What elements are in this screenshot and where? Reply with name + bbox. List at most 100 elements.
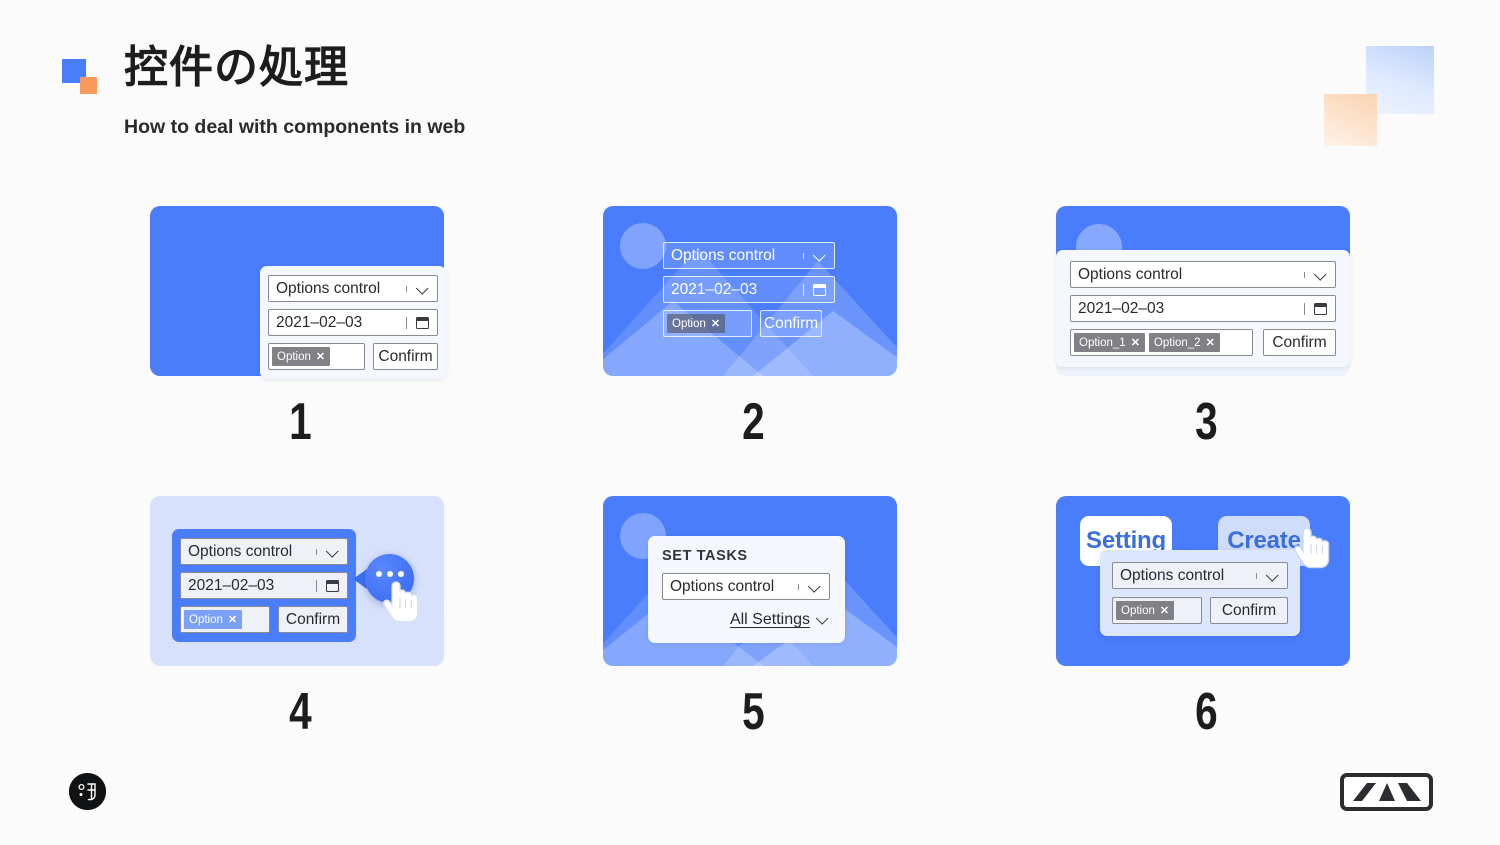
all-settings-link[interactable]: All Settings — [662, 611, 830, 629]
select-value: Options control — [276, 279, 381, 297]
dialog-title: SET TASKS — [662, 548, 748, 564]
select-options-control[interactable]: Options control — [663, 242, 835, 269]
close-x-icon[interactable]: ✕ — [228, 613, 237, 626]
close-x-icon[interactable]: ✕ — [1131, 336, 1140, 349]
calendar-icon — [415, 316, 429, 329]
select-options-control[interactable]: Options control — [268, 275, 438, 302]
chip-option-2[interactable]: Option_2 ✕ — [1148, 333, 1220, 352]
confirm-button[interactable]: Confirm — [278, 606, 348, 633]
example-number-3: 3 — [1195, 393, 1218, 451]
chip-label: Option_2 — [1153, 336, 1201, 349]
date-input[interactable]: 2021–02–03 — [663, 276, 835, 303]
overlapping-squares-decoration — [1324, 46, 1434, 151]
select-value: Options control — [671, 246, 776, 264]
chips-and-confirm-row: Option ✕ Confirm — [268, 343, 438, 370]
all-settings-label: All Settings — [729, 611, 810, 628]
example-number-1: 1 — [289, 393, 312, 451]
chips-input[interactable]: Option ✕ — [1112, 597, 1202, 624]
select-chevron-wrap[interactable] — [803, 252, 834, 259]
logo-square-orange — [80, 77, 97, 94]
example-card-3: Options control 2021–02–03 Option_1 ✕ Op… — [1056, 206, 1350, 376]
date-input[interactable]: 2021–02–03 — [1070, 295, 1336, 322]
form-panel-2: Options control 2021–02–03 Option ✕ Conf… — [663, 242, 843, 337]
date-calendar-wrap[interactable] — [406, 316, 437, 329]
chips-and-confirm-row: Option ✕ Confirm — [1112, 597, 1288, 624]
chip-label: Option — [277, 350, 311, 363]
close-x-icon[interactable]: ✕ — [1160, 604, 1169, 617]
select-chevron-wrap[interactable] — [316, 548, 347, 555]
two-squares-icon — [62, 59, 97, 94]
form-panel-3: Options control 2021–02–03 Option_1 ✕ Op… — [1056, 250, 1350, 367]
date-calendar-wrap[interactable] — [316, 579, 347, 592]
chevron-down-icon — [1267, 573, 1278, 579]
sun-circle-icon — [620, 223, 666, 269]
date-input[interactable]: 2021–02–03 — [268, 309, 438, 336]
chip-label: Option — [672, 317, 706, 330]
circular-brand-logo-glyph — [69, 773, 106, 810]
select-value: Options control — [1120, 566, 1225, 584]
chevron-down-icon — [809, 584, 820, 590]
page-subtitle: How to deal with components in web — [124, 116, 466, 138]
select-value: Options control — [188, 542, 293, 560]
chip-option[interactable]: Option ✕ — [272, 347, 331, 366]
example-card-4: Options control 2021–02–03 Option ✕ Conf… — [150, 496, 444, 666]
calendar-icon — [1313, 302, 1327, 315]
date-calendar-wrap[interactable] — [803, 283, 834, 296]
chip-label: Option_1 — [1079, 336, 1126, 349]
chip-label: Option — [1121, 604, 1155, 617]
chips-input[interactable]: Option_1 ✕ Option_2 ✕ — [1070, 329, 1253, 356]
dialog-panel-5: SET TASKS Options control All Settings — [648, 536, 845, 643]
example-number-6: 6 — [1195, 683, 1218, 741]
chips-and-confirm-row: Option ✕ Confirm — [180, 606, 348, 633]
chip-option[interactable]: Option ✕ — [667, 314, 726, 333]
select-options-control[interactable]: Options control — [662, 573, 830, 600]
select-value: Options control — [670, 577, 775, 595]
select-value: Options control — [1078, 265, 1183, 283]
example-card-6: Setting Create Options control Option ✕ — [1056, 496, 1350, 666]
close-x-icon[interactable]: ✕ — [1206, 336, 1215, 349]
select-options-control[interactable]: Options control — [1070, 261, 1336, 288]
chips-input[interactable]: Option ✕ — [268, 343, 365, 370]
select-options-control[interactable]: Options control — [180, 538, 348, 565]
deco-square-orange — [1324, 94, 1377, 146]
confirm-button[interactable]: Confirm — [1263, 329, 1336, 356]
date-value: 2021–02–03 — [188, 576, 275, 594]
date-input[interactable]: 2021–02–03 — [180, 572, 348, 599]
select-chevron-wrap[interactable] — [798, 583, 829, 590]
m-mark-brand-logo — [1340, 773, 1433, 811]
confirm-button[interactable]: Confirm — [1210, 597, 1288, 624]
form-panel-4: Options control 2021–02–03 Option ✕ Conf… — [172, 529, 356, 642]
chip-option[interactable]: Option ✕ — [184, 610, 243, 629]
chips-input[interactable]: Option ✕ — [180, 606, 270, 633]
chip-option[interactable]: Option ✕ — [1116, 601, 1175, 620]
example-card-1: Options control 2021–02–03 Option ✕ Conf… — [150, 206, 446, 379]
close-x-icon[interactable]: ✕ — [316, 350, 325, 363]
select-chevron-wrap[interactable] — [1256, 572, 1287, 579]
confirm-button[interactable]: Confirm — [760, 310, 822, 337]
chevron-down-icon — [327, 549, 338, 555]
chips-and-confirm-row: Option ✕ Confirm — [663, 310, 843, 337]
select-chevron-wrap[interactable] — [1304, 271, 1335, 278]
date-value: 2021–02–03 — [671, 280, 758, 298]
example-number-4: 4 — [289, 683, 312, 741]
select-options-control[interactable]: Options control — [1112, 562, 1288, 589]
chevron-down-icon — [814, 253, 825, 259]
date-value: 2021–02–03 — [276, 313, 363, 331]
example-card-5: SET TASKS Options control All Settings — [603, 496, 897, 666]
hand-pointer-icon — [1294, 527, 1330, 569]
confirm-button[interactable]: Confirm — [373, 343, 438, 370]
m-mark-brand-logo-glyph — [1352, 783, 1421, 801]
example-number-5: 5 — [742, 683, 765, 741]
hand-pointer-icon — [383, 581, 419, 623]
calendar-icon — [325, 579, 339, 592]
chevron-down-icon — [817, 616, 830, 624]
chips-input[interactable]: Option ✕ — [663, 310, 752, 337]
chevron-down-icon — [417, 286, 428, 292]
chip-label: Option — [189, 613, 223, 626]
select-chevron-wrap[interactable] — [406, 285, 437, 292]
date-calendar-wrap[interactable] — [1304, 302, 1335, 315]
chip-option-1[interactable]: Option_1 ✕ — [1074, 333, 1145, 352]
close-x-icon[interactable]: ✕ — [711, 317, 720, 330]
example-number-2: 2 — [742, 393, 765, 451]
chevron-down-icon — [1315, 272, 1326, 278]
